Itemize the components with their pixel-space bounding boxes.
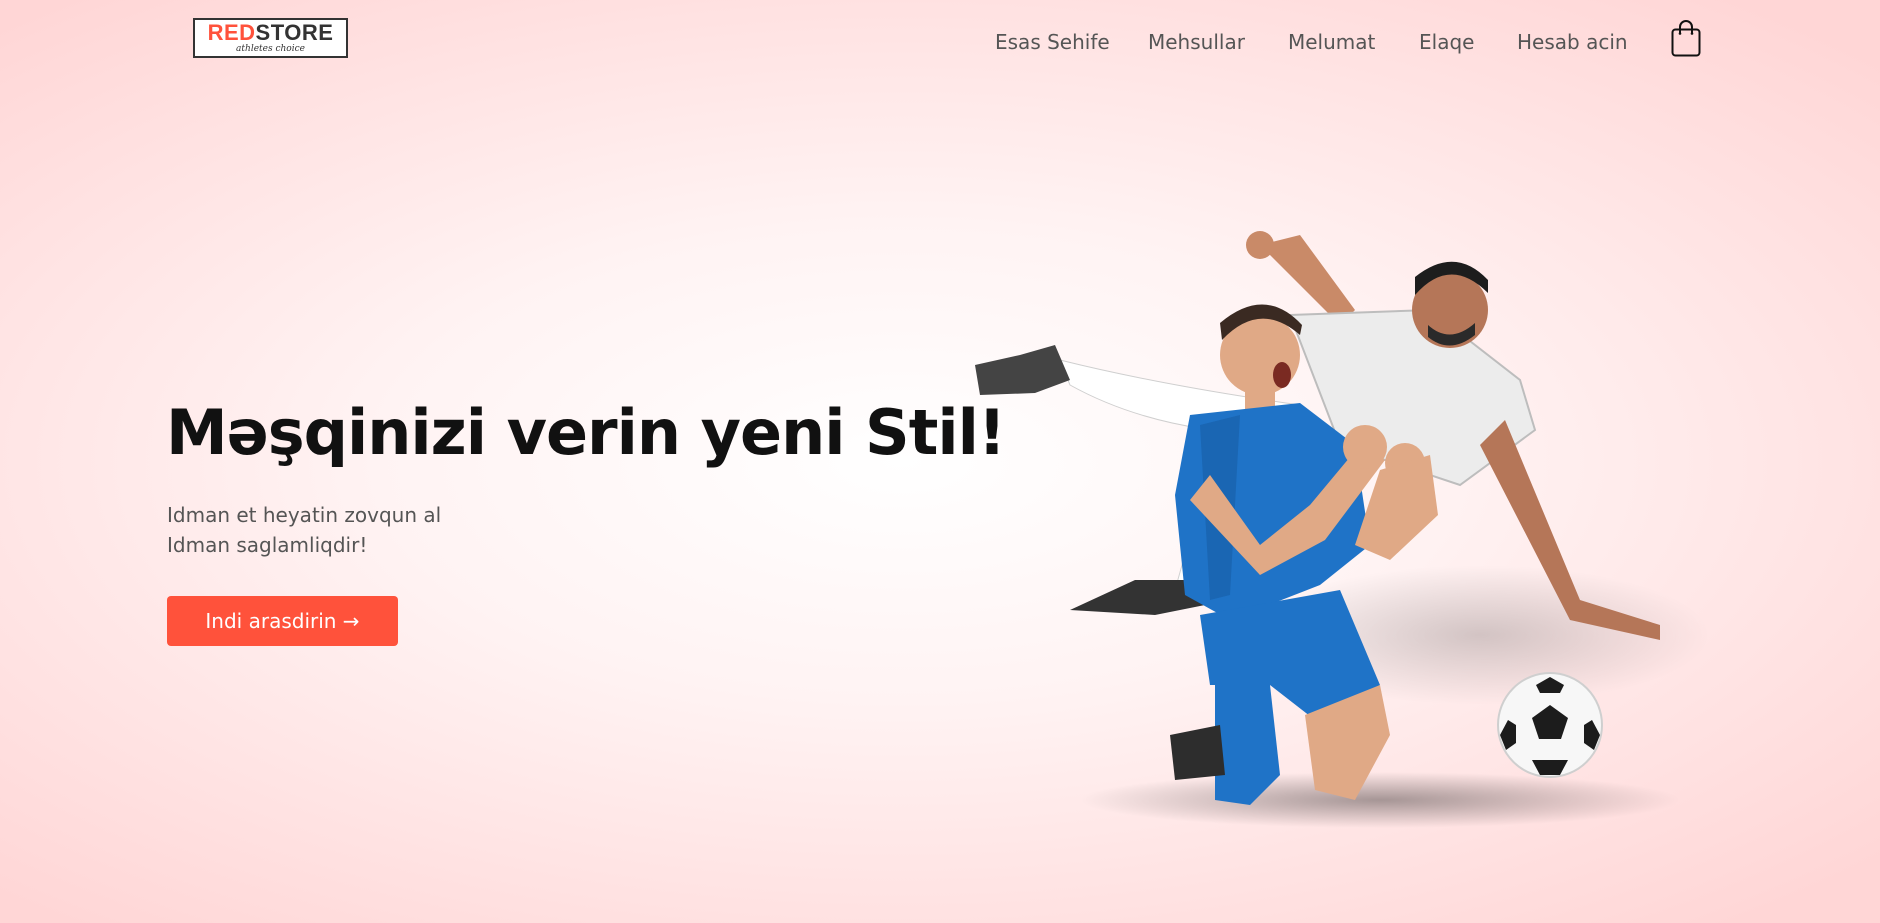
explore-now-button[interactable]: Indi arasdirin → [167,596,398,646]
hero-title: Məşqinizi verin yeni Stil! [166,396,1006,469]
hero-subtitle-line-1: Idman et heyatin zovqun al [167,503,442,527]
hero-subtitle-line-2: Idman saglamliqdir! [167,533,368,557]
football [1497,672,1603,778]
nav-link-about[interactable]: Melumat [1288,30,1375,54]
nav-link-contact[interactable]: Elaqe [1419,30,1474,54]
nav-link-home[interactable]: Esas Sehife [995,30,1110,54]
hero-subtitle: Idman et heyatin zovqun al Idman saglaml… [167,500,441,560]
football-players-image [960,215,1720,835]
shopping-bag-icon[interactable] [1671,19,1701,57]
nav-link-products[interactable]: Mehsullar [1148,30,1245,54]
main-nav: Esas Sehife Mehsullar Melumat Elaqe Hesa… [0,30,1880,54]
nav-link-account[interactable]: Hesab acin [1517,30,1628,54]
